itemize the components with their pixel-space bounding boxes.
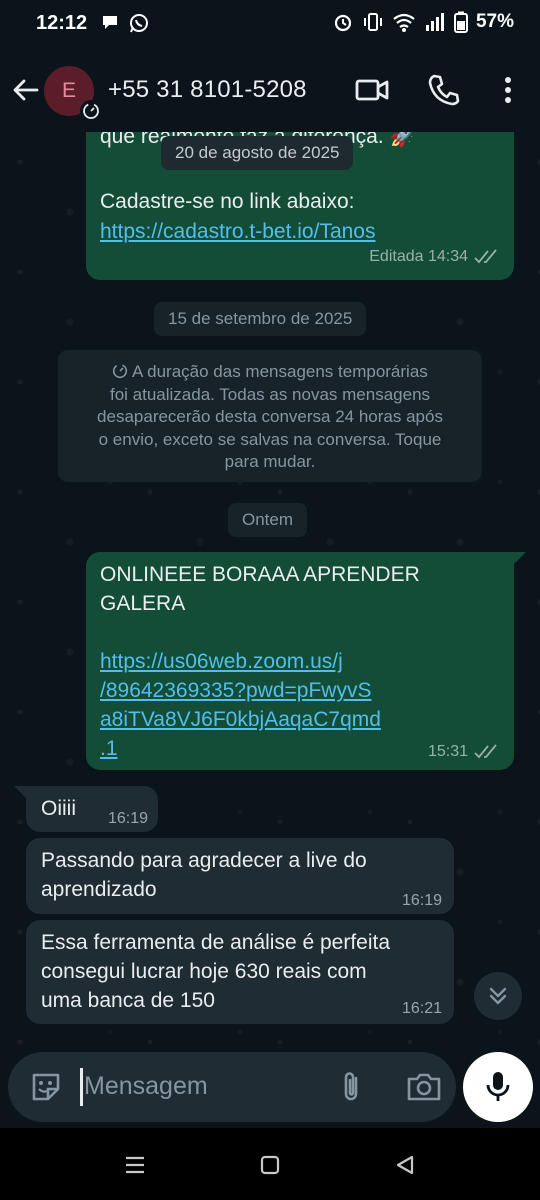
date-separator: 15 de setembro de 2025 — [154, 302, 367, 336]
notice-line: desaparecerão desta conversa 24 horas ap… — [97, 407, 443, 426]
chat-header: E +55 31 8101-5208 — [0, 48, 540, 132]
date-separator: 20 de agosto de 2025 — [161, 136, 354, 170]
message-input-container[interactable] — [8, 1052, 456, 1122]
camera-icon — [407, 1073, 441, 1101]
emoji-sticker-button[interactable] — [28, 1069, 64, 1105]
home-button[interactable] — [255, 1150, 285, 1180]
bubble-tail-out — [512, 552, 526, 566]
notification-icons — [100, 12, 150, 34]
message-edited-time: Editada 14:34 — [369, 248, 468, 265]
message-time: 16:19 — [401, 892, 442, 909]
microphone-icon — [486, 1072, 510, 1101]
text-cursor — [80, 1068, 83, 1106]
message-time: 15:31 — [427, 743, 468, 760]
scroll-to-bottom-button[interactable] — [474, 972, 522, 1020]
message-text: aprendizado — [41, 878, 157, 901]
home-square-icon — [260, 1155, 280, 1175]
avatar-letter: E — [61, 79, 76, 102]
message-incoming[interactable]: Essa ferramenta de análise é perfeita co… — [26, 920, 454, 1024]
timer-icon — [113, 363, 128, 379]
message-text: consegui lucrar hoje 630 reais com — [41, 960, 367, 983]
double-chevron-down-icon — [489, 987, 507, 1005]
sticker-icon — [32, 1073, 60, 1101]
message-text: Passando para agradecer a live do — [41, 849, 367, 872]
arrow-back-icon — [13, 79, 39, 101]
back-button[interactable] — [8, 72, 44, 108]
message-cta-text: Cadastre-se no link abaixo: — [100, 190, 355, 213]
chat-area[interactable]: que realmente faz a diferença. 🚀 Cadastr… — [0, 132, 540, 1052]
double-check-icon — [474, 249, 497, 264]
camera-button[interactable] — [404, 1069, 444, 1105]
disappearing-messages-notice[interactable]: A duração das mensagens temporárias foi … — [58, 350, 482, 482]
video-camera-icon — [355, 79, 389, 101]
system-icons: 57% — [332, 11, 514, 33]
disappearing-timer-icon — [80, 100, 102, 122]
zoom-link[interactable]: https://us06web.zoom.us/j — [100, 647, 343, 676]
alarm-icon — [334, 14, 352, 32]
system-nav-bar — [0, 1128, 540, 1200]
date-separator: Ontem — [228, 503, 308, 537]
menu-icon — [126, 1156, 144, 1174]
attach-button[interactable] — [334, 1069, 370, 1105]
message-time: 16:21 — [401, 1000, 442, 1017]
message-text: Essa ferramenta de análise é perfeita — [41, 931, 391, 954]
message-input[interactable] — [84, 1066, 324, 1106]
message-text: uma banca de 150 — [41, 989, 215, 1012]
message-incoming[interactable]: Oiiii 16:19 — [26, 786, 158, 832]
status-time: 12:12 — [36, 12, 88, 34]
contact-name[interactable]: +55 31 8101-5208 — [108, 76, 307, 104]
message-outgoing-zoom[interactable]: ONLINEEE BORAAA APRENDER GALERA https://… — [86, 552, 514, 770]
recents-button[interactable] — [120, 1150, 150, 1180]
battery-icon — [453, 11, 468, 33]
battery-percent: 57% — [475, 11, 514, 32]
wifi-icon — [393, 13, 415, 32]
signal-icon — [425, 13, 444, 31]
composer — [0, 1052, 540, 1128]
double-check-icon — [474, 744, 497, 759]
whatsapp-icon — [130, 14, 148, 33]
status-bar: 12:12 57% — [0, 0, 540, 48]
notice-line: para mudar. — [224, 452, 316, 471]
notice-line: A duração das mensagens temporárias — [66, 361, 474, 384]
message-line: ONLINEEE BORAAA APRENDER — [100, 563, 420, 586]
back-nav-button[interactable] — [390, 1150, 420, 1180]
paperclip-icon — [344, 1072, 358, 1101]
message-meta: Editada 14:34 — [369, 248, 500, 266]
message-text: Oiiii — [41, 797, 76, 820]
voice-call-button[interactable] — [426, 72, 462, 108]
message-incoming[interactable]: Passando para agradecer a live do aprend… — [26, 838, 454, 914]
video-call-button[interactable] — [354, 72, 390, 108]
notice-line: foi atualizada. Todas as novas mensagens — [109, 384, 431, 404]
zoom-link[interactable]: .1 — [100, 734, 118, 763]
notice-line: o envio, exceto se salvas na conversa. T… — [98, 429, 442, 449]
phone-icon — [428, 74, 460, 106]
vibrate-icon — [363, 13, 382, 31]
triangle-back-icon — [396, 1155, 414, 1175]
more-options-button[interactable] — [490, 72, 526, 108]
more-vert-icon — [505, 77, 511, 103]
message-time: 16:19 — [107, 810, 148, 827]
message-meta: 15:31 — [428, 743, 500, 761]
voice-record-button[interactable] — [463, 1052, 533, 1122]
zoom-link[interactable]: a8iTVa8VJ6F0kbjAaqaC7qmd — [100, 705, 381, 734]
message-line: GALERA — [100, 592, 186, 615]
message-link[interactable]: https://cadastro.t-bet.io/Tanos — [100, 217, 375, 246]
zoom-link[interactable]: /89642369335?pwd=pFwyvS — [100, 676, 371, 705]
chat-bubble-icon — [103, 16, 117, 29]
